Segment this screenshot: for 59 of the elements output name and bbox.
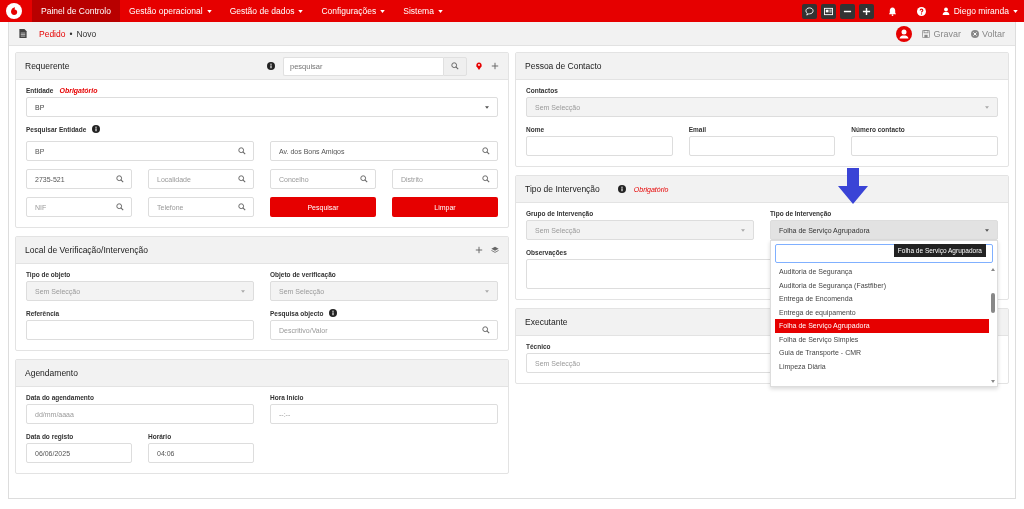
caret-icon <box>241 289 245 293</box>
search-icon[interactable] <box>360 175 368 183</box>
save-icon <box>922 29 931 38</box>
avatar-icon <box>896 25 913 42</box>
input-field[interactable] <box>526 136 673 156</box>
down-arrow-icon <box>838 168 868 204</box>
breadcrumb-link[interactable]: Pedido <box>39 28 66 39</box>
bell-icon[interactable] <box>887 6 897 16</box>
panel-title: Tipo de Intervenção <box>525 184 600 194</box>
nav-menu-item[interactable]: Painel de Controlo <box>32 0 120 22</box>
nav-menu-item[interactable]: Sistema <box>394 0 452 22</box>
info-icon <box>267 62 275 70</box>
caret-icon <box>741 228 745 232</box>
panel-title: Requerente <box>25 61 70 71</box>
input-field[interactable] <box>688 136 836 156</box>
panel-title: Agendamento <box>25 368 78 378</box>
nav-menu-item[interactable]: Gestão operacional <box>119 0 221 22</box>
search-icon[interactable] <box>238 175 246 183</box>
search-icon <box>451 62 459 70</box>
search-icon[interactable] <box>482 147 490 155</box>
caret-icon <box>1013 9 1018 13</box>
search-icon[interactable] <box>482 326 490 334</box>
search-icon[interactable] <box>238 147 246 155</box>
input-field[interactable] <box>851 136 998 156</box>
info-icon <box>617 185 626 193</box>
search-icon[interactable] <box>116 203 124 211</box>
id-card-button[interactable] <box>820 3 836 19</box>
document-icon <box>19 29 27 38</box>
chat-button[interactable] <box>801 3 817 19</box>
map-pin-icon[interactable] <box>475 62 483 70</box>
caret-icon <box>485 105 489 109</box>
help-icon[interactable] <box>916 6 926 16</box>
plus-icon[interactable] <box>475 246 483 254</box>
search-icon[interactable] <box>482 175 490 183</box>
id-card-icon <box>823 6 833 16</box>
minus-button[interactable] <box>839 3 855 19</box>
plus-icon <box>861 6 871 16</box>
breadcrumb-current: Novo <box>76 28 97 39</box>
logo <box>6 3 22 19</box>
layers-icon[interactable] <box>491 246 499 254</box>
panel-title: Pessoa de Contacto <box>525 61 602 71</box>
panel-title: Executante <box>525 317 568 327</box>
nav-menu-item[interactable]: Configurações <box>312 0 395 22</box>
caret-icon <box>985 105 989 109</box>
search-button[interactable] <box>443 56 467 76</box>
close-icon <box>971 29 979 38</box>
breadcrumb-separator: • <box>69 28 73 39</box>
input-field[interactable] <box>26 320 254 340</box>
search-icon[interactable] <box>116 175 124 183</box>
user-menu[interactable]: Diego miranda <box>941 6 1018 16</box>
caret-icon <box>985 228 989 232</box>
nav-menu-item[interactable]: Gestão de dados <box>220 0 313 22</box>
chat-icon <box>804 6 814 16</box>
user-icon <box>941 7 950 15</box>
caret-icon <box>485 289 489 293</box>
plus-button[interactable] <box>858 3 874 19</box>
plus-icon[interactable] <box>491 62 499 70</box>
panel-title: Local de Verificação/Intervenção <box>25 245 148 255</box>
search-icon[interactable] <box>238 203 246 211</box>
